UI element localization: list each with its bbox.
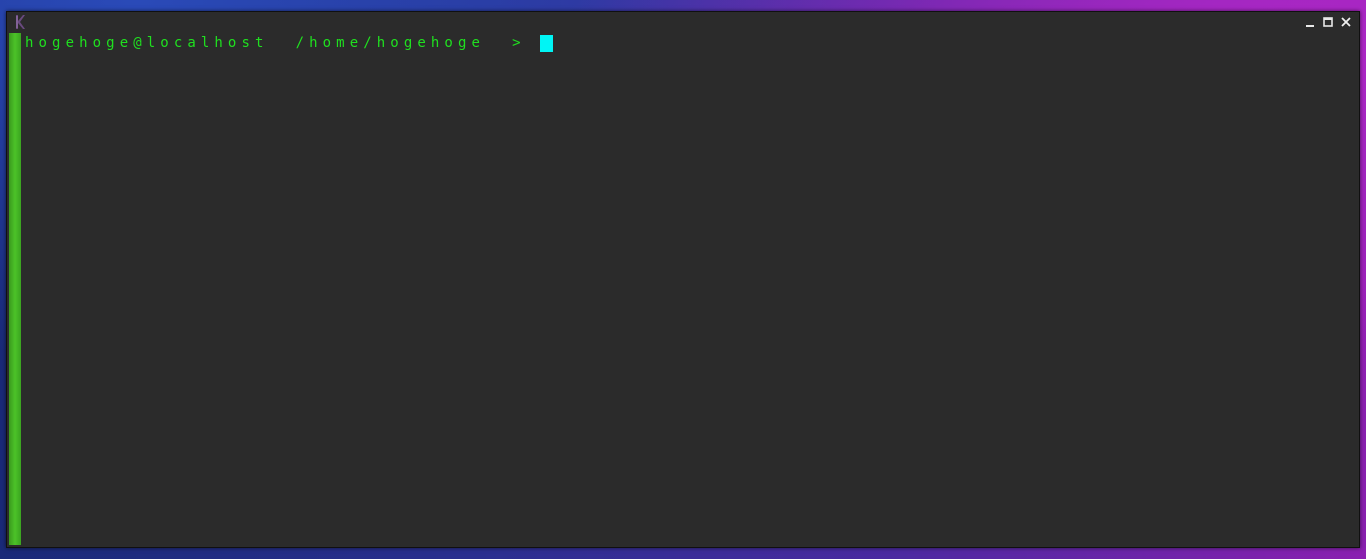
close-icon[interactable] (1339, 14, 1353, 30)
terminal-content[interactable]: hogehoge@localhost /home/hogehoge > (7, 32, 1359, 547)
prompt-line: hogehoge@localhost /home/hogehoge > (25, 34, 554, 52)
terminal-side-bar (9, 33, 21, 545)
prompt-path: /home/hogehoge (295, 35, 485, 51)
text-cursor (540, 34, 554, 52)
prompt-user-host: hogehoge@localhost (25, 35, 269, 51)
maximize-icon[interactable] (1321, 14, 1335, 30)
terminal-window[interactable]: hogehoge@localhost /home/hogehoge > (6, 11, 1360, 548)
prompt-symbol: > (512, 35, 526, 51)
window-titlebar[interactable] (7, 12, 1359, 32)
window-controls (1303, 14, 1353, 30)
terminal-app-icon[interactable] (13, 14, 27, 30)
minimize-icon[interactable] (1303, 14, 1317, 30)
